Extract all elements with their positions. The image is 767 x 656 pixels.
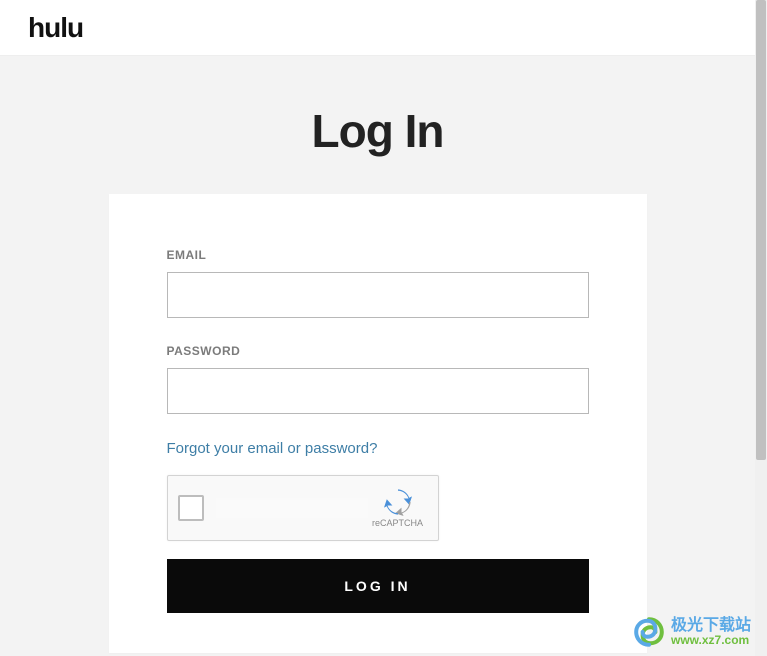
recaptcha-icon	[383, 488, 413, 516]
watermark-cn-text: 极光下载站	[671, 617, 751, 635]
recaptcha-branding: reCAPTCHA	[368, 488, 428, 528]
email-label: EMAIL	[167, 248, 589, 262]
recaptcha-widget[interactable]: reCAPTCHA	[167, 475, 439, 541]
login-button[interactable]: LOG IN	[167, 559, 589, 613]
hulu-logo: hulu	[28, 12, 83, 44]
watermark-text: 极光下载站 www.xz7.com	[671, 617, 751, 648]
page-title: Log In	[312, 104, 444, 158]
password-input[interactable]	[167, 368, 589, 414]
watermark: 极光下载站 www.xz7.com	[633, 616, 751, 648]
email-input[interactable]	[167, 272, 589, 318]
watermark-url-text: www.xz7.com	[671, 634, 751, 647]
login-card: EMAIL PASSWORD Forgot your email or pass…	[109, 194, 647, 653]
recaptcha-label-area	[216, 498, 368, 518]
scrollbar-track[interactable]	[755, 0, 767, 656]
watermark-swirl-icon	[633, 616, 665, 648]
main-content: Log In EMAIL PASSWORD Forgot your email …	[0, 56, 755, 653]
recaptcha-text: reCAPTCHA	[372, 518, 423, 528]
app-header: hulu	[0, 0, 767, 56]
password-label: PASSWORD	[167, 344, 589, 358]
forgot-password-link[interactable]: Forgot your email or password?	[167, 440, 378, 457]
recaptcha-checkbox[interactable]	[178, 495, 204, 521]
scrollbar-thumb[interactable]	[756, 0, 766, 460]
